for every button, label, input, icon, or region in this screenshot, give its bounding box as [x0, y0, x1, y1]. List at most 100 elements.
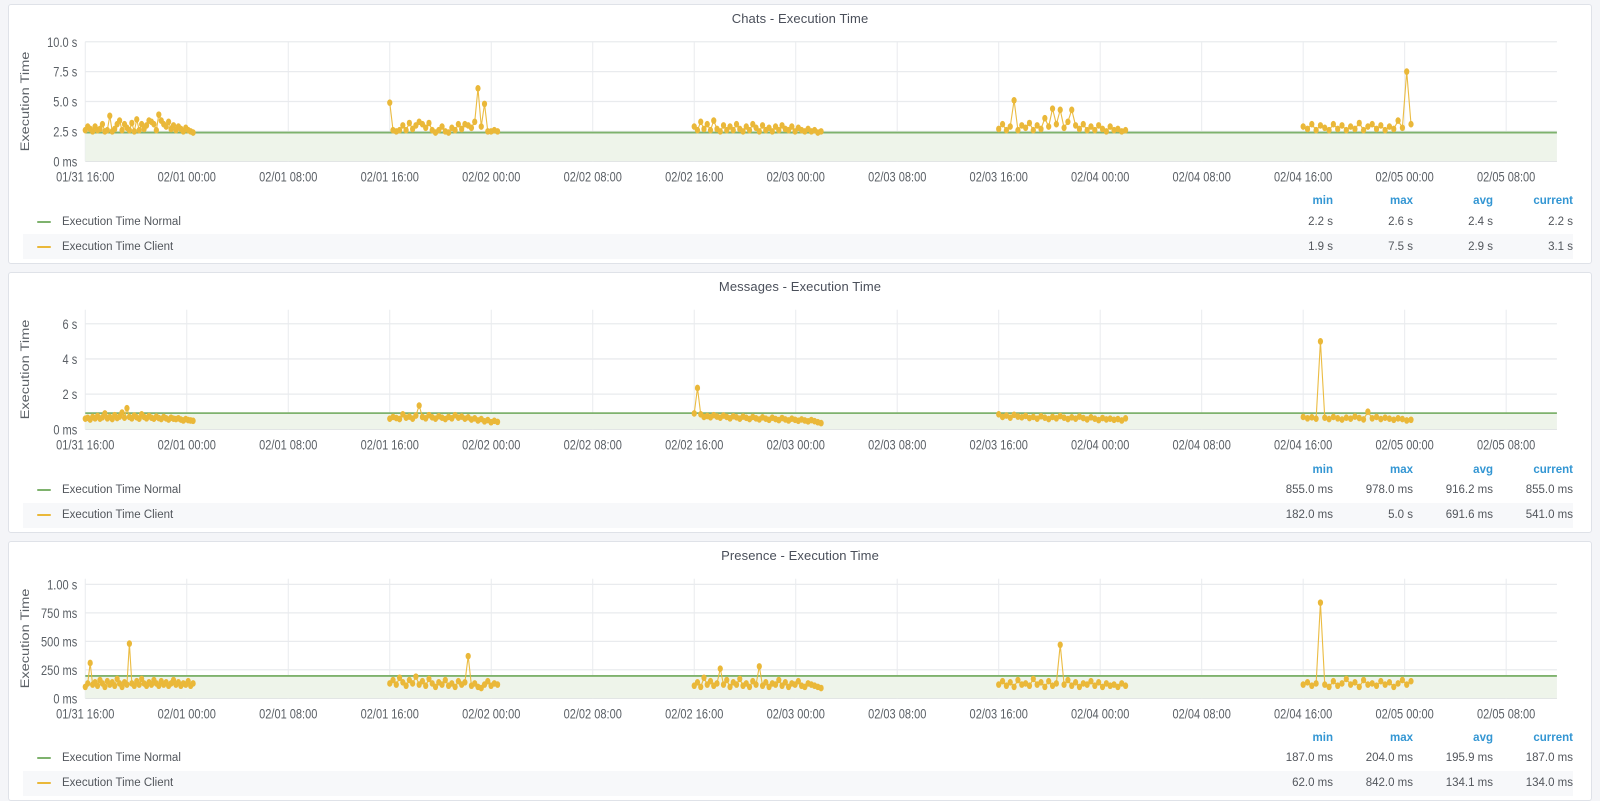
panel-legend: minmaxavgcurrentExecution Time Normal855… [9, 463, 1591, 532]
svg-text:02/04 00:00: 02/04 00:00 [1071, 706, 1129, 722]
svg-text:02/03 08:00: 02/03 08:00 [868, 438, 926, 454]
svg-text:02/05 00:00: 02/05 00:00 [1376, 706, 1434, 722]
svg-text:02/04 16:00: 02/04 16:00 [1274, 438, 1332, 454]
legend-color-swatch-icon[interactable] [37, 514, 51, 516]
legend-series-row[interactable]: Execution Time Client182.0 ms5.0 s691.6 … [23, 503, 1573, 528]
grafana-dashboard: Chats - Execution Time0 ms2.5 s5.0 s7.5 … [0, 0, 1600, 801]
legend-stat-current: 855.0 ms [1493, 484, 1573, 496]
legend-column-header-current[interactable]: current [1493, 732, 1573, 744]
svg-text:02/01 00:00: 02/01 00:00 [158, 169, 216, 185]
svg-text:02/02 00:00: 02/02 00:00 [462, 169, 520, 185]
legend-series-label[interactable]: Execution Time Client [62, 509, 1253, 521]
panel-legend: minmaxavgcurrent Execution Time Normal2.2… [9, 194, 1591, 263]
legend-stat-avg: 2.9 s [1413, 241, 1493, 253]
svg-text:02/01 00:00: 02/01 00:00 [158, 706, 216, 722]
time-series-chart: 0 ms2 s4 s6 s01/31 16:0002/01 00:0002/01… [13, 297, 1579, 462]
legend-series-label[interactable]: Execution Time Normal [62, 216, 1253, 228]
svg-text:Execution Time: Execution Time [19, 588, 32, 688]
legend-column-header-current[interactable]: current [1493, 195, 1573, 207]
legend-stat-avg: 195.9 ms [1413, 752, 1493, 764]
svg-text:02/05 00:00: 02/05 00:00 [1376, 438, 1434, 454]
panel-title[interactable]: Messages - Execution Time [9, 273, 1591, 297]
svg-text:02/05 08:00: 02/05 08:00 [1477, 706, 1535, 722]
legend-column-header-max[interactable]: max [1333, 732, 1413, 744]
svg-text:02/04 00:00: 02/04 00:00 [1071, 169, 1129, 185]
svg-text:1.00 s: 1.00 s [47, 577, 77, 593]
graph-panel[interactable]: Messages - Execution Time0 ms2 s4 s6 s01… [8, 272, 1592, 532]
panel-plot-area[interactable]: 0 ms2 s4 s6 s01/31 16:0002/01 00:0002/01… [9, 297, 1591, 462]
svg-text:02/01 08:00: 02/01 08:00 [259, 438, 317, 454]
svg-text:02/03 00:00: 02/03 00:00 [767, 438, 825, 454]
svg-text:750 ms: 750 ms [41, 605, 77, 621]
legend-column-header-min[interactable]: min [1253, 732, 1333, 744]
legend-column-header-avg[interactable]: avg [1413, 195, 1493, 207]
svg-text:02/02 08:00: 02/02 08:00 [564, 438, 622, 454]
legend-series-row[interactable]: Execution Time Normal2.2 s2.6 s2.4 s2.2 … [23, 209, 1573, 234]
time-series-chart: 0 ms2.5 s5.0 s7.5 s10.0 s01/31 16:0002/0… [13, 29, 1579, 194]
legend-header-row: minmaxavgcurrent [23, 463, 1573, 478]
svg-text:02/02 00:00: 02/02 00:00 [462, 706, 520, 722]
legend-color-swatch-icon[interactable] [37, 246, 51, 248]
legend-stat-min: 182.0 ms [1253, 509, 1333, 521]
legend-color-swatch-icon[interactable] [37, 757, 51, 759]
legend-column-header-max[interactable]: max [1333, 195, 1413, 207]
svg-text:02/04 00:00: 02/04 00:00 [1071, 438, 1129, 454]
svg-text:02/02 08:00: 02/02 08:00 [564, 169, 622, 185]
svg-text:2.5 s: 2.5 s [53, 124, 77, 140]
svg-text:500 ms: 500 ms [41, 634, 77, 650]
svg-text:250 ms: 250 ms [41, 662, 77, 678]
graph-panel[interactable]: Chats - Execution Time0 ms2.5 s5.0 s7.5 … [8, 4, 1592, 264]
svg-text:02/03 16:00: 02/03 16:00 [970, 438, 1028, 454]
legend-stat-min: 62.0 ms [1253, 777, 1333, 789]
panel-plot-area[interactable]: 0 ms250 ms500 ms750 ms1.00 s01/31 16:000… [9, 566, 1591, 731]
svg-text:02/05 00:00: 02/05 00:00 [1376, 169, 1434, 185]
panel-legend: minmaxavgcurrent Execution Time Normal 187… [9, 731, 1591, 800]
panel-plot-area[interactable]: 0 ms2.5 s5.0 s7.5 s10.0 s01/31 16:0002/0… [9, 29, 1591, 194]
legend-series-row[interactable]: Execution Time Normal187.0 ms204.0 ms195… [23, 746, 1573, 771]
legend-column-header-max[interactable]: max [1333, 464, 1413, 476]
legend-series-row[interactable]: Execution Time Client62.0 ms842.0 ms134.… [23, 771, 1573, 796]
svg-text:2 s: 2 s [63, 387, 78, 403]
svg-text:0 ms: 0 ms [53, 422, 77, 438]
svg-text:02/03 16:00: 02/03 16:00 [970, 169, 1028, 185]
svg-text:02/04 16:00: 02/04 16:00 [1274, 169, 1332, 185]
legend-series-label[interactable]: Execution Time Client [62, 241, 1253, 253]
legend-column-header-min[interactable]: min [1253, 464, 1333, 476]
svg-text:02/03 08:00: 02/03 08:00 [868, 706, 926, 722]
svg-text:02/04 08:00: 02/04 08:00 [1173, 169, 1231, 185]
legend-series-row[interactable]: Execution Time Normal855.0 ms978.0 ms916… [23, 478, 1573, 503]
legend-stat-current: 3.1 s [1493, 241, 1573, 253]
svg-text:4 s: 4 s [63, 352, 78, 368]
legend-column-header-min[interactable]: min [1253, 195, 1333, 207]
legend-series-label[interactable]: Execution Time Normal [62, 752, 1253, 764]
legend-series-label[interactable]: Execution Time Client [62, 777, 1253, 789]
graph-panel[interactable]: Presence - Execution Time0 ms250 ms500 m… [8, 541, 1592, 801]
svg-text:02/01 16:00: 02/01 16:00 [361, 706, 419, 722]
legend-color-swatch-icon[interactable] [37, 221, 51, 223]
svg-text:02/04 16:00: 02/04 16:00 [1274, 706, 1332, 722]
svg-text:02/02 16:00: 02/02 16:00 [665, 169, 723, 185]
legend-column-header-avg[interactable]: avg [1413, 464, 1493, 476]
svg-text:0 ms: 0 ms [53, 154, 77, 170]
legend-series-label[interactable]: Execution Time Normal [62, 484, 1253, 496]
legend-color-swatch-icon[interactable] [37, 489, 51, 491]
legend-stat-current: 187.0 ms [1493, 752, 1573, 764]
legend-color-swatch-icon[interactable] [37, 782, 51, 784]
svg-text:02/02 00:00: 02/02 00:00 [462, 438, 520, 454]
legend-column-header-current[interactable]: current [1493, 464, 1573, 476]
panel-title[interactable]: Presence - Execution Time [9, 542, 1591, 566]
svg-text:02/01 00:00: 02/01 00:00 [158, 438, 216, 454]
svg-text:Execution Time: Execution Time [19, 320, 32, 420]
svg-text:02/01 08:00: 02/01 08:00 [259, 706, 317, 722]
legend-header-row: minmaxavgcurrent [23, 731, 1573, 746]
svg-text:02/02 16:00: 02/02 16:00 [665, 438, 723, 454]
legend-column-header-avg[interactable]: avg [1413, 732, 1493, 744]
svg-text:02/01 08:00: 02/01 08:00 [259, 169, 317, 185]
svg-text:02/04 08:00: 02/04 08:00 [1173, 438, 1231, 454]
svg-text:01/31 16:00: 01/31 16:00 [56, 438, 114, 454]
legend-stat-min: 855.0 ms [1253, 484, 1333, 496]
svg-text:02/01 16:00: 02/01 16:00 [361, 438, 419, 454]
legend-series-row[interactable]: Execution Time Client1.9 s7.5 s2.9 s3.1 … [23, 234, 1573, 259]
panel-title[interactable]: Chats - Execution Time [9, 5, 1591, 29]
legend-stat-avg: 691.6 ms [1413, 509, 1493, 521]
